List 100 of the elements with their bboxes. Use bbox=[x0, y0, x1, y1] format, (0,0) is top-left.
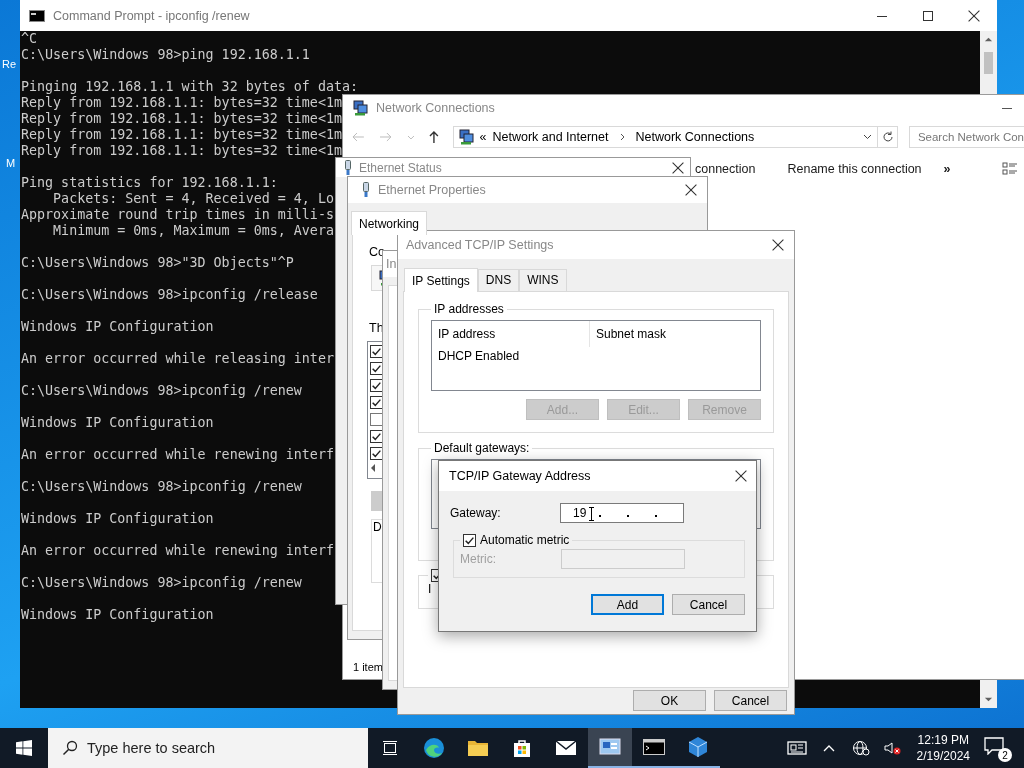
group-label: IP addresses bbox=[433, 302, 505, 316]
breadcrumb-item[interactable]: Network Connections bbox=[635, 130, 755, 144]
envelope-icon[interactable] bbox=[555, 740, 577, 756]
cube-icon[interactable] bbox=[687, 736, 709, 758]
console-line: Reply from 192.168.1.1: bytes=32 time<1m bbox=[21, 127, 342, 142]
clock-date[interactable]: 2/19/2024 bbox=[916, 748, 970, 764]
network-icon bbox=[457, 129, 474, 145]
muted-speaker-icon[interactable] bbox=[882, 740, 903, 756]
caret-icon[interactable] bbox=[863, 134, 873, 140]
tab[interactable]: IP Settings bbox=[404, 268, 478, 292]
console-line: Pinging 192.168.1.1 with 32 bytes of data: bbox=[21, 79, 359, 94]
window-title: Ethernet Status bbox=[359, 160, 442, 175]
search-icon bbox=[62, 740, 78, 756]
group-label: D bbox=[373, 520, 382, 534]
close-icon[interactable] bbox=[968, 9, 980, 22]
console-line: Reply from 192.168.1.1: bytes=32 time<1m bbox=[21, 95, 342, 110]
button[interactable]: Add bbox=[591, 594, 664, 615]
breadcrumb-item[interactable]: Network and Internet bbox=[492, 130, 609, 144]
console-line: Approximate round trip times in milli-s bbox=[21, 207, 334, 222]
status-text: 1 item bbox=[353, 661, 383, 673]
desktop-icon-label[interactable]: M bbox=[6, 157, 16, 169]
path-overflow[interactable]: « bbox=[479, 130, 487, 144]
news-icon[interactable] bbox=[786, 740, 807, 756]
console-line: Windows IP Configuration bbox=[21, 319, 214, 334]
button[interactable]: Cancel bbox=[672, 594, 745, 615]
text-cursor-icon bbox=[588, 507, 595, 521]
view-options-icon[interactable] bbox=[1002, 162, 1018, 176]
button[interactable]: Cancel bbox=[714, 690, 787, 711]
console-line: C:\Users\Windows 98>ipconfig /renew bbox=[21, 383, 302, 398]
console-line: An error occurred while renewing interf bbox=[21, 543, 334, 558]
tab[interactable]: Networking bbox=[351, 211, 428, 235]
chevron-icon bbox=[618, 133, 626, 141]
window-title: Ethernet Properties bbox=[378, 183, 486, 197]
search-field[interactable]: Type here to search bbox=[48, 728, 368, 768]
address-bar[interactable]: « Network and Internet Network Connections bbox=[452, 126, 879, 148]
column-header[interactable]: IP address bbox=[432, 327, 496, 341]
notification-badge: 2 bbox=[998, 748, 1012, 762]
console-line: Minimum = 0ms, Maximum = 0ms, Avera bbox=[52, 223, 334, 238]
field-label: Gateway: bbox=[450, 506, 502, 520]
close-icon[interactable] bbox=[672, 161, 684, 174]
monitor-icon[interactable] bbox=[599, 737, 621, 757]
window-title: TCP/IP Gateway Address bbox=[449, 469, 591, 483]
window-title: Advanced TCP/IP Settings bbox=[406, 238, 554, 252]
desktop-icon-label[interactable]: Re bbox=[2, 58, 17, 70]
folder-icon[interactable] bbox=[467, 739, 489, 757]
search-field[interactable]: Search Network Con bbox=[908, 126, 1024, 148]
checkbox-label[interactable]: Automatic metric bbox=[480, 533, 570, 547]
globe-icon[interactable] bbox=[850, 740, 871, 756]
console-line: Reply from 192.168.1.1: bytes=32 time<1m bbox=[21, 143, 342, 158]
column-header[interactable]: Subnet mask bbox=[590, 327, 667, 341]
ip-address-field[interactable]: 19 bbox=[560, 503, 684, 523]
close-icon[interactable] bbox=[685, 184, 697, 196]
browser-icon[interactable] bbox=[423, 737, 445, 759]
window-title: In bbox=[386, 257, 397, 271]
group-label: Default gateways: bbox=[433, 441, 531, 455]
scroll-down-icon[interactable] bbox=[984, 695, 993, 704]
window-title: Command Prompt - ipconfig /renew bbox=[53, 8, 250, 23]
console-line: Reply from 192.168.1.1: bytes=32 time<1m bbox=[21, 111, 342, 126]
console-line: C:\Users\Windows 98>ipconfig /renew bbox=[21, 575, 302, 590]
console-line: An error occurred while renewing interf bbox=[21, 447, 334, 462]
console-line: An error occurred while releasing inter bbox=[21, 351, 334, 366]
tab[interactable]: WINS bbox=[519, 269, 567, 291]
field-label: Metric: bbox=[460, 552, 497, 566]
toolbar-item[interactable]: connection bbox=[695, 162, 756, 176]
console-line: Windows IP Configuration bbox=[21, 511, 214, 526]
checkbox[interactable] bbox=[463, 533, 476, 547]
scroll-up-icon[interactable] bbox=[984, 35, 993, 44]
console-line: C:\Users\Windows 98>ipconfig /release bbox=[21, 287, 318, 302]
maximize-icon[interactable] bbox=[923, 10, 933, 21]
tab[interactable]: DNS bbox=[477, 269, 520, 291]
console-line: Windows IP Configuration bbox=[21, 415, 214, 430]
console-line: Windows IP Configuration bbox=[21, 607, 214, 622]
plug-icon bbox=[362, 182, 370, 198]
clock-time[interactable]: 12:19 PM bbox=[917, 732, 969, 748]
plug-icon bbox=[344, 159, 352, 176]
console-line: C:\Users\Windows 98>"3D Objects"^P bbox=[21, 255, 294, 270]
console-line: C:\Users\Windows 98>ping 192.168.1.1 bbox=[21, 47, 310, 62]
close-icon[interactable] bbox=[735, 470, 747, 482]
list-cell[interactable]: DHCP Enabled bbox=[438, 349, 520, 363]
window-title: Network Connections bbox=[376, 101, 495, 115]
console-line: Ping statistics for 192.168.1.1: bbox=[21, 175, 278, 190]
button[interactable]: OK bbox=[633, 690, 706, 711]
up-arrow-icon[interactable] bbox=[426, 130, 441, 144]
network-icon bbox=[352, 100, 368, 116]
shopping-bag-icon[interactable] bbox=[512, 738, 532, 758]
close-icon[interactable] bbox=[772, 239, 784, 251]
refresh-icon[interactable] bbox=[881, 131, 894, 143]
terminal-icon[interactable] bbox=[643, 739, 665, 755]
console-line: C:\Users\Windows 98>ipconfig /renew bbox=[21, 479, 302, 494]
more-button[interactable]: » bbox=[943, 162, 951, 176]
field-label: I bbox=[428, 582, 432, 596]
console-line: Packets: Sent = 4, Received = 4, Lo bbox=[52, 191, 334, 206]
scrollbar-thumb[interactable] bbox=[984, 52, 993, 74]
toolbar-item[interactable]: Rename this connection bbox=[787, 162, 922, 176]
task-view-icon[interactable] bbox=[382, 740, 398, 756]
windows-logo-icon[interactable] bbox=[16, 740, 32, 756]
notification-icon[interactable] bbox=[984, 737, 1004, 755]
scroll-left-icon[interactable] bbox=[370, 464, 376, 472]
terminal-icon bbox=[29, 9, 45, 22]
console-line: ^C bbox=[21, 31, 38, 46]
